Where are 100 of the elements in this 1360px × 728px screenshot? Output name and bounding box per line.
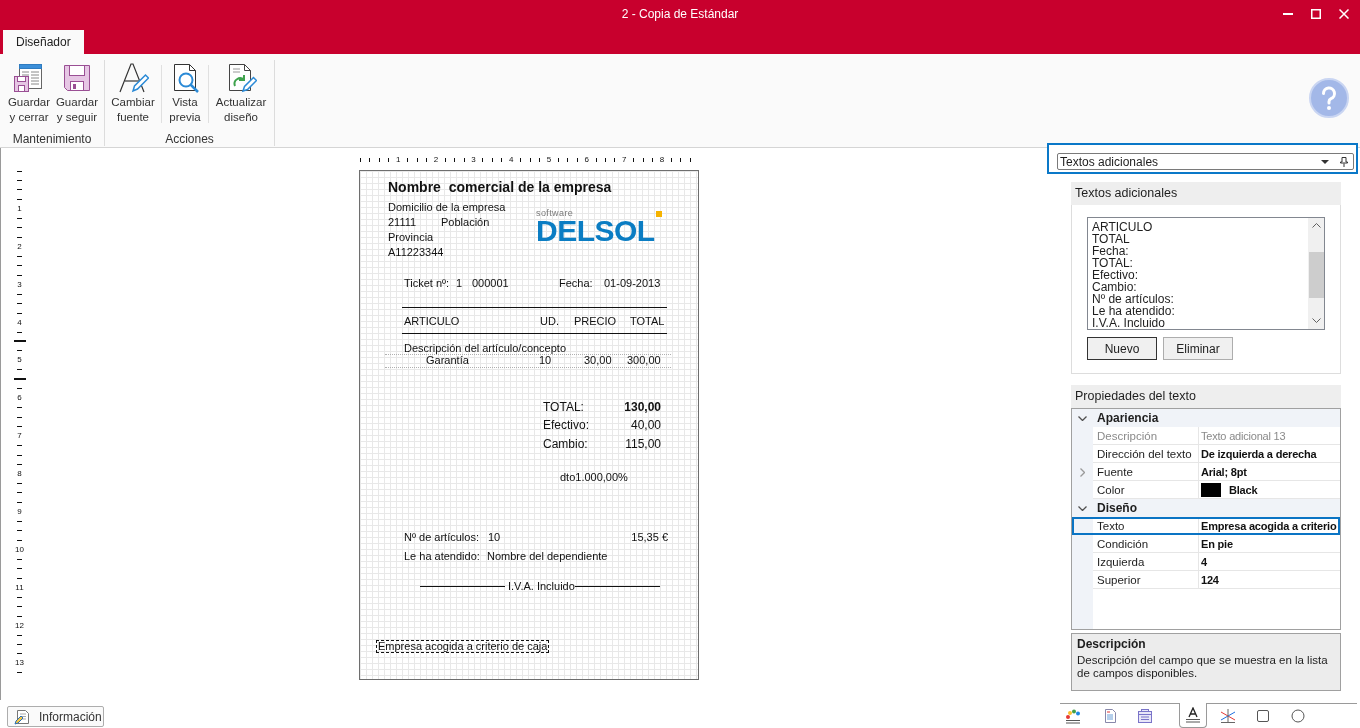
total-value: 40,00 <box>630 417 661 435</box>
group-label: Mantenimiento <box>12 132 92 146</box>
property-name: Color <box>1097 482 1125 497</box>
close-icon <box>1339 9 1349 19</box>
window-title: 2 - Copia de Estándar <box>621 7 739 21</box>
info-button[interactable]: Información <box>7 706 104 727</box>
property-value: Empresa acogida a criterio <box>1201 518 1337 533</box>
tax-id: A11223344 <box>388 245 444 260</box>
ticket-date: 01-09-2013 <box>604 276 661 291</box>
list-item[interactable]: Fecha: <box>1092 245 1129 257</box>
letter-pen-icon <box>117 62 149 94</box>
property-value: Texto adicional 13 <box>1201 428 1286 443</box>
property-row[interactable]: Superior 124 <box>1072 571 1340 589</box>
item-units: 10 <box>539 354 552 366</box>
ribbon-button[interactable]: Guardar y seguir <box>53 62 101 125</box>
property-name: Condición <box>1097 536 1149 551</box>
color-arc-icon <box>1065 708 1081 724</box>
ruler-number: 6 <box>584 156 589 164</box>
property-row[interactable]: Dirección del texto De izquierda a derecha <box>1072 445 1340 463</box>
ribbon-tab[interactable]: Diseñador <box>3 30 84 54</box>
company-name: Nombre comercial de la empresa <box>388 179 612 195</box>
logo-tagline: software <box>536 209 574 218</box>
property-name: Fuente <box>1097 464 1133 479</box>
list-item[interactable]: TOTAL: <box>1092 257 1133 269</box>
property-name: Izquierda <box>1097 554 1145 569</box>
text-list[interactable]: ARTICULO TOTAL Fecha: TOTAL: Efectivo: Cambio: Nº de artículos: Le ha atendido: I.V.A. Incluido <box>1087 217 1325 330</box>
description-text: Descripción del campo que se muestra en la lista de campos disponibles. <box>1077 654 1329 680</box>
save-icon <box>61 62 93 94</box>
text-tool-icon <box>1185 707 1201 723</box>
items-count: 10 <box>488 531 501 544</box>
province-name: Provincia <box>388 230 434 245</box>
ribbon-button[interactable]: Vista previa <box>165 62 205 125</box>
property-row[interactable]: Descripción Texto adicional 13 <box>1072 427 1340 445</box>
list-item[interactable]: Nº de artículos: <box>1092 293 1174 305</box>
ribbon-button[interactable]: Guardar y cerrar <box>5 62 53 125</box>
list-item[interactable]: Efectivo: <box>1092 269 1139 281</box>
description-title: Descripción <box>1077 637 1146 652</box>
delete-button[interactable]: Eliminar <box>1163 337 1233 360</box>
list-item[interactable]: Le ha atendido: <box>1092 305 1175 317</box>
items-count-label: Nº de artículos: <box>404 531 479 543</box>
tool-button[interactable] <box>1179 703 1207 728</box>
ruler-number: 7 <box>17 432 22 441</box>
column-header: TOTAL <box>630 315 665 327</box>
list-item[interactable]: I.V.A. Incluido <box>1092 317 1165 329</box>
property-row[interactable]: Condición En pie <box>1072 535 1340 553</box>
new-button[interactable]: Nuevo <box>1087 337 1157 360</box>
ruler-number: 8 <box>659 156 665 164</box>
caret-icon <box>1321 159 1329 164</box>
ruler-number: 5 <box>546 156 552 164</box>
property-row[interactable]: Fuente Arial; 8pt <box>1072 463 1340 481</box>
ribbon-button[interactable]: Cambiar fuente <box>108 62 158 125</box>
column-header: ARTICULO <box>404 315 460 327</box>
served-by-name: Nombre del dependiente <box>487 550 608 563</box>
address-text: Domicilio de la empresa <box>388 200 506 215</box>
panel-selector[interactable]: Textos adicionales <box>1057 153 1354 170</box>
property-name: Superior <box>1097 572 1141 587</box>
scrollbar[interactable] <box>1308 218 1324 329</box>
amount-text: 15,35 € <box>631 531 668 544</box>
property-row[interactable]: Texto Empresa acogida a criterio <box>1072 517 1340 535</box>
pin-icon <box>1340 156 1348 167</box>
ruler-number: 10 <box>15 545 24 554</box>
category-label: Diseño <box>1097 501 1137 515</box>
item-total: 300,00 <box>627 355 661 366</box>
city-name: Población <box>441 215 490 230</box>
square-icon <box>656 211 662 217</box>
list-item[interactable]: ARTICULO <box>1092 221 1153 233</box>
ruler-number: 9 <box>17 507 22 516</box>
property-name: Descripción <box>1097 428 1158 443</box>
chevron-down-icon <box>1311 318 1321 323</box>
property-row[interactable]: Izquierda 4 <box>1072 553 1340 571</box>
total-label: Efectivo: <box>543 417 590 435</box>
maximize-icon <box>1311 9 1321 19</box>
property-name: Dirección del texto <box>1097 446 1192 461</box>
ruler-number: 4 <box>17 318 22 327</box>
list-item[interactable]: Cambio: <box>1092 281 1137 293</box>
logo-wordmark: DELSOL <box>536 218 655 244</box>
property-value: 4 <box>1201 554 1207 569</box>
footer-text[interactable]: Empresa acogida a criterio de caja <box>376 640 550 653</box>
ruler-number: 12 <box>15 621 24 630</box>
category-label: Apariencia <box>1097 411 1159 425</box>
ticket-series: 1 <box>456 277 463 289</box>
property-value: Arial; 8pt <box>1201 464 1247 479</box>
item-name: Garantía <box>426 354 469 366</box>
total-value: 115,00 <box>625 435 661 453</box>
property-value: Black <box>1229 482 1258 497</box>
ticket-number: 000001 <box>472 277 509 289</box>
square-icon <box>1255 708 1271 724</box>
list-item[interactable]: TOTAL <box>1092 233 1130 245</box>
discount-text: dto1.000,00% <box>560 471 628 484</box>
ribbon-button[interactable]: Actualizar diseño <box>212 62 270 125</box>
total-value: 130,00 <box>624 398 661 416</box>
chevron-up-icon <box>1311 223 1321 228</box>
total-label: Cambio: <box>543 435 588 453</box>
ruler-number: 1 <box>17 204 22 213</box>
ruler-number: 4 <box>509 156 514 164</box>
ruler-number: 1 <box>395 156 401 164</box>
ruler-number: 3 <box>471 156 476 164</box>
scrollbar-thumb[interactable] <box>1308 252 1324 298</box>
column-header: UD. <box>540 315 559 327</box>
date-label: Fecha: <box>559 277 593 289</box>
